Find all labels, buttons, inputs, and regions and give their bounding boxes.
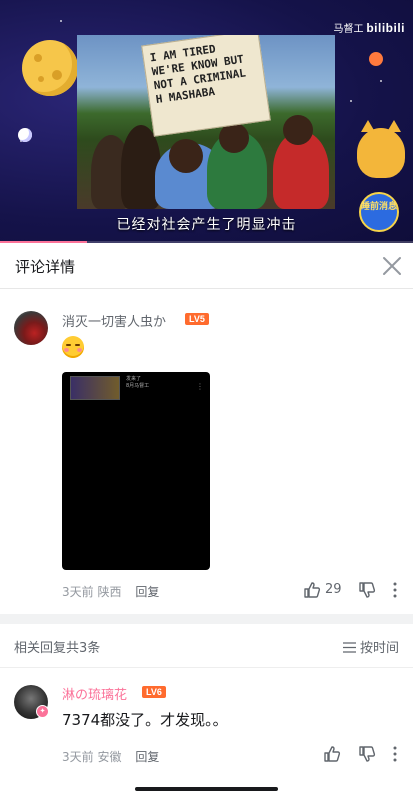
dislike-icon[interactable] [358,581,376,603]
video-frame-photo: I AM TIRED WE'RE KNOW BUT NOT A CRIMINAL… [77,35,335,209]
level-badge: LV6 [142,686,166,698]
comment-time: 3天前 [62,585,94,599]
home-indicator[interactable] [135,787,278,791]
sort-toggle[interactable]: 按时间 [342,637,399,656]
reply-button[interactable]: 回复 [135,585,159,599]
reply-button[interactable]: 回复 [135,750,159,764]
screenshot-caption: 发来了 8月马督工 [126,376,150,389]
comment-image[interactable]: 发来了 8月马督工 ⋮ [62,372,210,570]
panel-title: 评论详情 [15,258,76,276]
video-player[interactable]: I AM TIRED WE'RE KNOW BUT NOT A CRIMINAL… [0,0,413,243]
blush-emoji-icon [62,336,84,358]
reply-location: 安徽 [97,750,122,764]
more-options-icon[interactable] [392,745,398,767]
more-icon: ⋮ [196,382,204,391]
reply-meta: 3天前 安徽 回复 [62,748,159,765]
level-badge: LV5 [185,313,209,325]
star [350,100,352,102]
vip-badge-icon: ✦ [36,705,49,718]
video-subtitle: 已经对社会产生了明显冲击 [116,217,297,233]
like-icon[interactable] [323,745,341,767]
video-watermark: 马督工 bilibili [333,21,405,35]
star [380,80,382,82]
sort-label: 按时间 [359,641,399,656]
comment-username[interactable]: 消灭一切害人虫か [62,311,166,330]
related-replies-header: 相关回复共3条 按时间 [0,624,413,668]
list-icon [342,642,356,653]
moon-illustration [22,40,78,96]
star [60,20,62,22]
related-replies-count: 相关回复共3条 [14,641,101,656]
comment-meta: 3天前 陕西 回复 [62,583,159,600]
like-count: 29 [325,582,342,597]
reply-username[interactable]: 淋の琉璃花 [62,684,127,703]
close-icon[interactable] [381,255,403,277]
planet-illustration [18,128,32,142]
cat-illustration [357,120,405,178]
protest-sign: I AM TIRED WE'RE KNOW BUT NOT A CRIMINAL… [141,35,271,137]
reply-content: 7374都没了。才发现。。 [62,711,228,729]
avatar[interactable] [14,311,48,345]
more-options-icon[interactable] [392,581,398,603]
screenshot-thumbnail [70,376,120,400]
planet-illustration [369,52,383,66]
dislike-icon[interactable] [358,745,376,767]
comment-location: 陕西 [97,585,122,599]
reply-time: 3天前 [62,750,94,764]
comment-detail-header: 评论详情 [0,243,413,289]
section-divider [0,614,413,624]
like-icon[interactable] [303,581,321,603]
